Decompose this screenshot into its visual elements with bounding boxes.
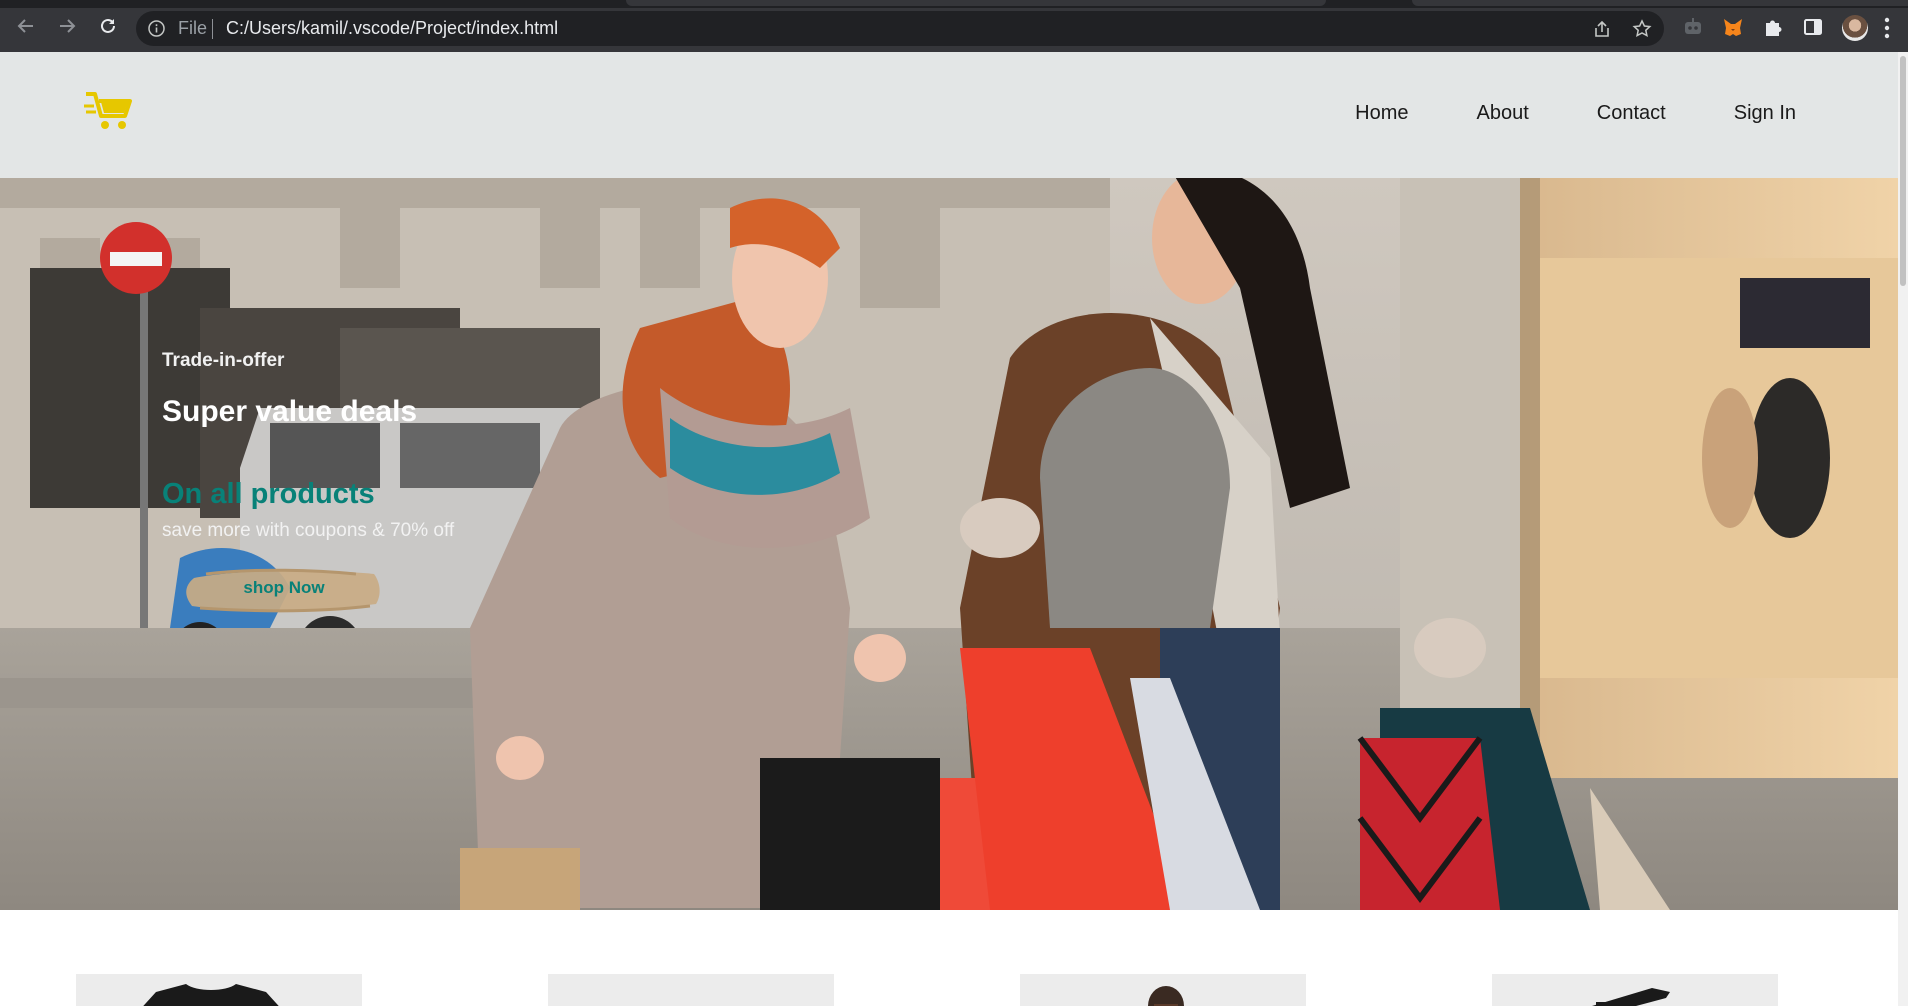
tshirt-icon bbox=[143, 984, 279, 1006]
tab[interactable] bbox=[626, 0, 1326, 6]
main-nav: Home About Contact Sign In bbox=[1355, 102, 1796, 125]
feature-box-person[interactable] bbox=[1020, 974, 1306, 1006]
page-scrollbar[interactable] bbox=[1898, 52, 1908, 1006]
feature-box-tshirt[interactable] bbox=[76, 974, 362, 1006]
feature-box-gadget[interactable] bbox=[1492, 974, 1778, 1006]
side-panel-icon[interactable] bbox=[1802, 16, 1824, 38]
info-icon[interactable] bbox=[148, 20, 165, 37]
scrollbar-thumb[interactable] bbox=[1900, 56, 1906, 286]
hero-headline: Super value deals bbox=[162, 395, 418, 428]
page-viewport: Home About Contact Sign In Trade-in-offe… bbox=[0, 52, 1898, 1006]
nav-contact[interactable]: Contact bbox=[1597, 102, 1666, 125]
profile-avatar[interactable] bbox=[1842, 15, 1868, 41]
person-icon bbox=[1148, 986, 1184, 1006]
nav-about[interactable]: About bbox=[1477, 102, 1529, 125]
star-icon[interactable] bbox=[1632, 19, 1652, 39]
tab-strip bbox=[0, 0, 1908, 8]
hero-banner: Trade-in-offer Super value deals On all … bbox=[0, 178, 1898, 910]
hero-tagline: On all products bbox=[162, 478, 375, 510]
hero-subtext: save more with coupons & 70% off bbox=[162, 520, 455, 541]
share-icon[interactable] bbox=[1592, 19, 1612, 39]
reload-icon[interactable] bbox=[95, 13, 121, 39]
robot-extension-icon[interactable] bbox=[1682, 16, 1704, 38]
forward-icon[interactable] bbox=[54, 13, 80, 39]
hero-kicker: Trade-in-offer bbox=[162, 350, 285, 371]
gadget-icon bbox=[1592, 988, 1670, 1006]
browser-toolbar: File C:/Users/kamil/.vscode/Project/inde… bbox=[0, 0, 1908, 52]
feature-box[interactable] bbox=[548, 974, 834, 1006]
feature-row bbox=[0, 974, 1898, 1006]
address-bar[interactable]: File C:/Users/kamil/.vscode/Project/inde… bbox=[136, 11, 1664, 46]
puzzle-icon[interactable] bbox=[1762, 16, 1784, 38]
divider bbox=[212, 19, 213, 39]
cart-icon[interactable] bbox=[84, 90, 134, 132]
fox-extension-icon[interactable] bbox=[1722, 16, 1744, 38]
url-text[interactable]: C:/Users/kamil/.vscode/Project/index.htm… bbox=[226, 18, 558, 39]
shop-now-button[interactable]: shop Now bbox=[186, 564, 382, 616]
kebab-menu-icon[interactable] bbox=[1884, 17, 1890, 39]
tab[interactable] bbox=[1412, 0, 1908, 6]
site-header: Home About Contact Sign In bbox=[0, 52, 1898, 178]
back-icon[interactable] bbox=[13, 13, 39, 39]
url-scheme: File bbox=[178, 18, 208, 38]
shop-now-label: shop Now bbox=[243, 578, 325, 597]
hero-image bbox=[0, 178, 1898, 910]
nav-sign-in[interactable]: Sign In bbox=[1734, 102, 1796, 125]
nav-home[interactable]: Home bbox=[1355, 102, 1408, 125]
